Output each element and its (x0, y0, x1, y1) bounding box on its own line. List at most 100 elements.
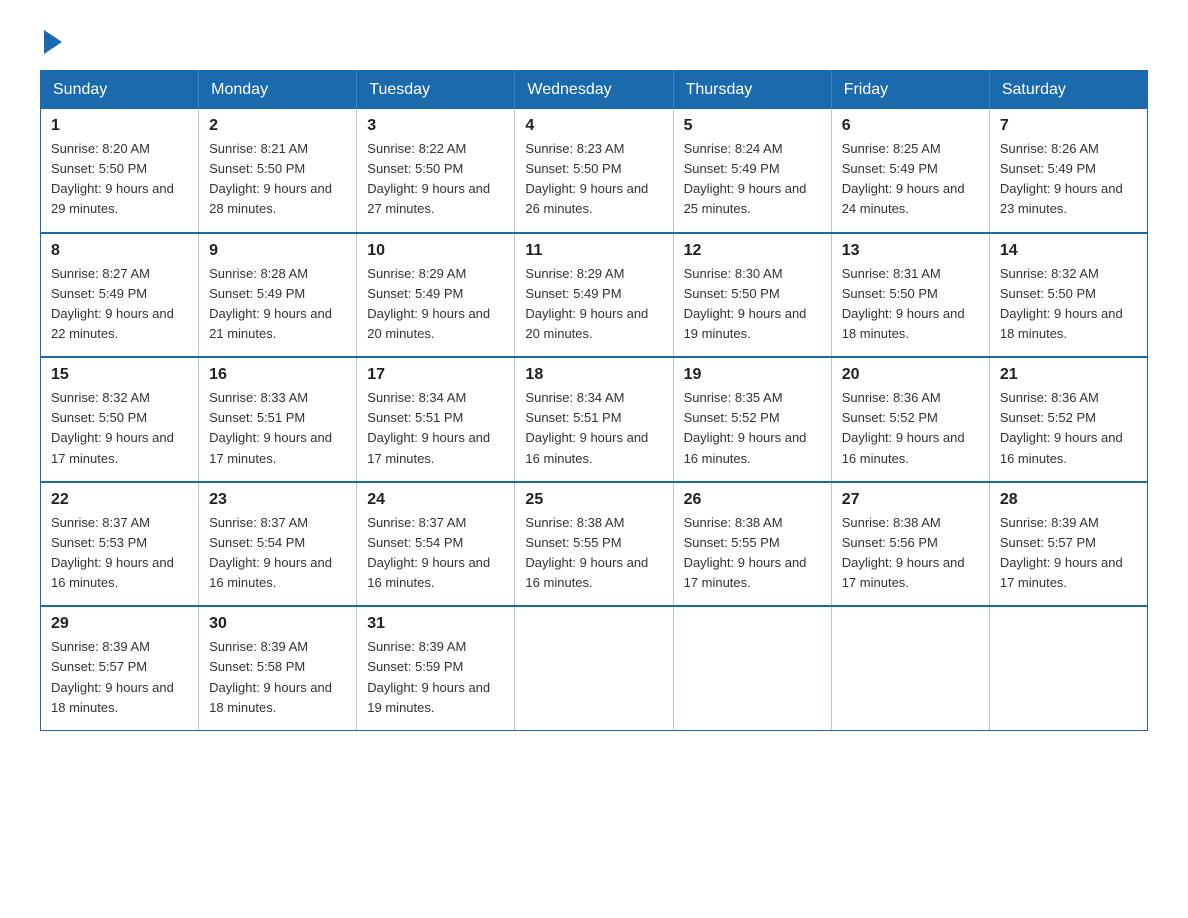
day-info: Sunrise: 8:39 AMSunset: 5:58 PMDaylight:… (209, 637, 346, 718)
day-number: 20 (842, 366, 979, 384)
page-header (40, 30, 1148, 50)
calendar-cell: 21 Sunrise: 8:36 AMSunset: 5:52 PMDayligh… (989, 357, 1147, 482)
calendar-cell: 15Sunrise: 8:32 AMSunset: 5:50 PMDayligh… (41, 357, 199, 482)
calendar-cell: 25 Sunrise: 8:38 AMSunset: 5:55 PMDayligh… (515, 482, 673, 607)
day-number: 13 (842, 242, 979, 260)
calendar-cell (831, 606, 989, 730)
day-number: 30 (209, 615, 346, 633)
calendar-cell: 20 Sunrise: 8:36 AMSunset: 5:52 PMDayligh… (831, 357, 989, 482)
day-info: Sunrise: 8:39 AMSunset: 5:57 PMDaylight:… (1000, 513, 1137, 594)
day-info: Sunrise: 8:34 AMSunset: 5:51 PMDaylight:… (525, 388, 662, 469)
calendar-cell: 23Sunrise: 8:37 AMSunset: 5:54 PMDayligh… (199, 482, 357, 607)
day-info: Sunrise: 8:28 AMSunset: 5:49 PMDaylight:… (209, 264, 346, 345)
header-wednesday: Wednesday (515, 71, 673, 110)
day-info: Sunrise: 8:27 AMSunset: 5:49 PMDaylight:… (51, 264, 188, 345)
day-number: 9 (209, 242, 346, 260)
day-number: 1 (51, 117, 188, 135)
day-number: 22 (51, 491, 188, 509)
day-number: 28 (1000, 491, 1137, 509)
day-info: Sunrise: 8:30 AMSunset: 5:50 PMDaylight:… (684, 264, 821, 345)
day-info: Sunrise: 8:39 AMSunset: 5:59 PMDaylight:… (367, 637, 504, 718)
day-number: 29 (51, 615, 188, 633)
calendar-cell: 18 Sunrise: 8:34 AMSunset: 5:51 PMDayligh… (515, 357, 673, 482)
day-info: Sunrise: 8:39 AMSunset: 5:57 PMDaylight:… (51, 637, 188, 718)
header-saturday: Saturday (989, 71, 1147, 110)
calendar-cell: 31 Sunrise: 8:39 AMSunset: 5:59 PMDayligh… (357, 606, 515, 730)
day-number: 12 (684, 242, 821, 260)
calendar-cell: 8 Sunrise: 8:27 AMSunset: 5:49 PMDaylight… (41, 233, 199, 358)
calendar-cell: 7Sunrise: 8:26 AMSunset: 5:49 PMDaylight… (989, 109, 1147, 233)
day-number: 18 (525, 366, 662, 384)
calendar-cell: 5Sunrise: 8:24 AMSunset: 5:49 PMDaylight… (673, 109, 831, 233)
calendar-cell: 13 Sunrise: 8:31 AMSunset: 5:50 PMDayligh… (831, 233, 989, 358)
day-info: Sunrise: 8:26 AMSunset: 5:49 PMDaylight:… (1000, 139, 1137, 220)
day-info: Sunrise: 8:38 AMSunset: 5:55 PMDaylight:… (684, 513, 821, 594)
calendar-cell: 30 Sunrise: 8:39 AMSunset: 5:58 PMDayligh… (199, 606, 357, 730)
day-info: Sunrise: 8:38 AMSunset: 5:56 PMDaylight:… (842, 513, 979, 594)
day-info: Sunrise: 8:31 AMSunset: 5:50 PMDaylight:… (842, 264, 979, 345)
calendar-cell (515, 606, 673, 730)
calendar-cell: 4 Sunrise: 8:23 AMSunset: 5:50 PMDaylight… (515, 109, 673, 233)
day-number: 4 (525, 117, 662, 135)
day-info: Sunrise: 8:29 AMSunset: 5:49 PMDaylight:… (525, 264, 662, 345)
calendar-cell: 6Sunrise: 8:25 AMSunset: 5:49 PMDaylight… (831, 109, 989, 233)
day-info: Sunrise: 8:35 AMSunset: 5:52 PMDaylight:… (684, 388, 821, 469)
day-info: Sunrise: 8:22 AMSunset: 5:50 PMDaylight:… (367, 139, 504, 220)
day-info: Sunrise: 8:36 AMSunset: 5:52 PMDaylight:… (842, 388, 979, 469)
day-number: 26 (684, 491, 821, 509)
week-row-3: 15Sunrise: 8:32 AMSunset: 5:50 PMDayligh… (41, 357, 1148, 482)
day-number: 5 (684, 117, 821, 135)
logo-arrow-icon (44, 30, 62, 54)
day-number: 21 (1000, 366, 1137, 384)
week-row-1: 1 Sunrise: 8:20 AMSunset: 5:50 PMDaylight… (41, 109, 1148, 233)
calendar-cell: 1 Sunrise: 8:20 AMSunset: 5:50 PMDaylight… (41, 109, 199, 233)
calendar-cell: 19Sunrise: 8:35 AMSunset: 5:52 PMDayligh… (673, 357, 831, 482)
day-info: Sunrise: 8:37 AMSunset: 5:54 PMDaylight:… (209, 513, 346, 594)
header-thursday: Thursday (673, 71, 831, 110)
week-row-5: 29 Sunrise: 8:39 AMSunset: 5:57 PMDayligh… (41, 606, 1148, 730)
calendar-table: SundayMondayTuesdayWednesdayThursdayFrid… (40, 70, 1148, 731)
header-sunday: Sunday (41, 71, 199, 110)
calendar-cell: 3 Sunrise: 8:22 AMSunset: 5:50 PMDaylight… (357, 109, 515, 233)
header-monday: Monday (199, 71, 357, 110)
calendar-cell: 12 Sunrise: 8:30 AMSunset: 5:50 PMDayligh… (673, 233, 831, 358)
calendar-cell (989, 606, 1147, 730)
calendar-cell (673, 606, 831, 730)
header-tuesday: Tuesday (357, 71, 515, 110)
calendar-cell: 27 Sunrise: 8:38 AMSunset: 5:56 PMDayligh… (831, 482, 989, 607)
day-number: 17 (367, 366, 504, 384)
week-row-4: 22 Sunrise: 8:37 AMSunset: 5:53 PMDayligh… (41, 482, 1148, 607)
calendar-cell: 14 Sunrise: 8:32 AMSunset: 5:50 PMDayligh… (989, 233, 1147, 358)
day-info: Sunrise: 8:37 AMSunset: 5:54 PMDaylight:… (367, 513, 504, 594)
calendar-header-row: SundayMondayTuesdayWednesdayThursdayFrid… (41, 71, 1148, 110)
day-number: 24 (367, 491, 504, 509)
calendar-cell: 9 Sunrise: 8:28 AMSunset: 5:49 PMDaylight… (199, 233, 357, 358)
day-number: 10 (367, 242, 504, 260)
day-number: 6 (842, 117, 979, 135)
day-number: 11 (525, 242, 662, 260)
day-number: 14 (1000, 242, 1137, 260)
day-info: Sunrise: 8:33 AMSunset: 5:51 PMDaylight:… (209, 388, 346, 469)
day-number: 25 (525, 491, 662, 509)
calendar-cell: 10Sunrise: 8:29 AMSunset: 5:49 PMDayligh… (357, 233, 515, 358)
day-info: Sunrise: 8:38 AMSunset: 5:55 PMDaylight:… (525, 513, 662, 594)
calendar-cell: 26 Sunrise: 8:38 AMSunset: 5:55 PMDayligh… (673, 482, 831, 607)
day-number: 31 (367, 615, 504, 633)
day-number: 2 (209, 117, 346, 135)
day-number: 27 (842, 491, 979, 509)
calendar-cell: 16Sunrise: 8:33 AMSunset: 5:51 PMDayligh… (199, 357, 357, 482)
day-info: Sunrise: 8:21 AMSunset: 5:50 PMDaylight:… (209, 139, 346, 220)
logo (40, 30, 62, 50)
day-info: Sunrise: 8:37 AMSunset: 5:53 PMDaylight:… (51, 513, 188, 594)
header-friday: Friday (831, 71, 989, 110)
day-number: 3 (367, 117, 504, 135)
day-number: 15 (51, 366, 188, 384)
day-info: Sunrise: 8:23 AMSunset: 5:50 PMDaylight:… (525, 139, 662, 220)
week-row-2: 8 Sunrise: 8:27 AMSunset: 5:49 PMDaylight… (41, 233, 1148, 358)
day-number: 8 (51, 242, 188, 260)
calendar-cell: 28 Sunrise: 8:39 AMSunset: 5:57 PMDayligh… (989, 482, 1147, 607)
calendar-cell: 17Sunrise: 8:34 AMSunset: 5:51 PMDayligh… (357, 357, 515, 482)
day-info: Sunrise: 8:20 AMSunset: 5:50 PMDaylight:… (51, 139, 188, 220)
day-info: Sunrise: 8:32 AMSunset: 5:50 PMDaylight:… (1000, 264, 1137, 345)
day-info: Sunrise: 8:36 AMSunset: 5:52 PMDaylight:… (1000, 388, 1137, 469)
